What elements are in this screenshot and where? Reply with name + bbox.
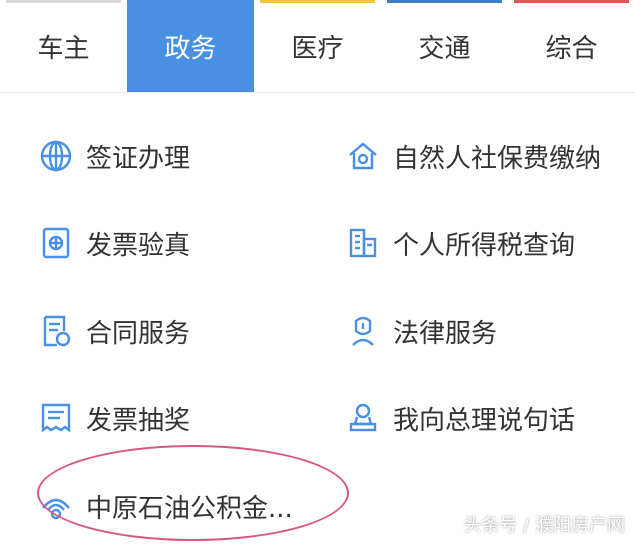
- tab-car-owner[interactable]: 车主: [0, 0, 127, 92]
- service-contract[interactable]: 合同服务: [36, 303, 190, 359]
- service-label: 发票抽奖: [86, 405, 191, 436]
- service-message-premier[interactable]: 我向总理说句话: [343, 390, 575, 446]
- globe-icon: [36, 136, 76, 176]
- tab-label: 政务: [164, 33, 217, 64]
- service-label: 签证办理: [86, 143, 191, 174]
- person-stamp-icon: [343, 398, 383, 438]
- tax-building-icon: [343, 223, 383, 263]
- invoice-verify-icon: [36, 223, 76, 263]
- contract-icon: [36, 311, 76, 351]
- service-label: 我向总理说句话: [393, 405, 576, 436]
- tab-label: 综合: [545, 33, 598, 64]
- service-label: 个人所得税查询: [393, 230, 576, 261]
- service-social-security[interactable]: 自然人社保费缴纳: [343, 128, 601, 184]
- tab-color-strip: [387, 0, 502, 3]
- legal-icon: [343, 311, 383, 351]
- tab-color-strip: [260, 0, 375, 3]
- category-tabs: 车主 政务 医疗 交通 综合: [0, 0, 635, 93]
- service-visa[interactable]: 签证办理: [36, 128, 190, 184]
- service-label: 发票验真: [86, 230, 191, 261]
- service-invoice-verify[interactable]: 发票验真: [36, 215, 190, 271]
- tab-label: 交通: [418, 33, 471, 64]
- service-legal[interactable]: 法律服务: [343, 303, 497, 359]
- service-label: 合同服务: [86, 318, 191, 349]
- tab-government[interactable]: 政务: [127, 0, 254, 92]
- tab-label: 医疗: [291, 33, 344, 64]
- service-invoice-lottery[interactable]: 发票抽奖: [36, 390, 190, 446]
- service-label: 自然人社保费缴纳: [393, 143, 602, 174]
- tab-traffic[interactable]: 交通: [381, 0, 508, 92]
- tab-general[interactable]: 综合: [508, 0, 635, 92]
- watermark: 头条号 / 濮阳房产网: [463, 515, 625, 536]
- tab-medical[interactable]: 医疗: [254, 0, 381, 92]
- highlight-ellipse: [37, 445, 349, 541]
- tab-label: 车主: [37, 33, 90, 64]
- tab-color-strip: [6, 0, 121, 3]
- service-label: 法律服务: [393, 318, 498, 349]
- service-income-tax[interactable]: 个人所得税查询: [343, 215, 575, 271]
- tab-color-strip: [514, 0, 629, 3]
- social-security-icon: [343, 136, 383, 176]
- invoice-lottery-icon: [36, 398, 76, 438]
